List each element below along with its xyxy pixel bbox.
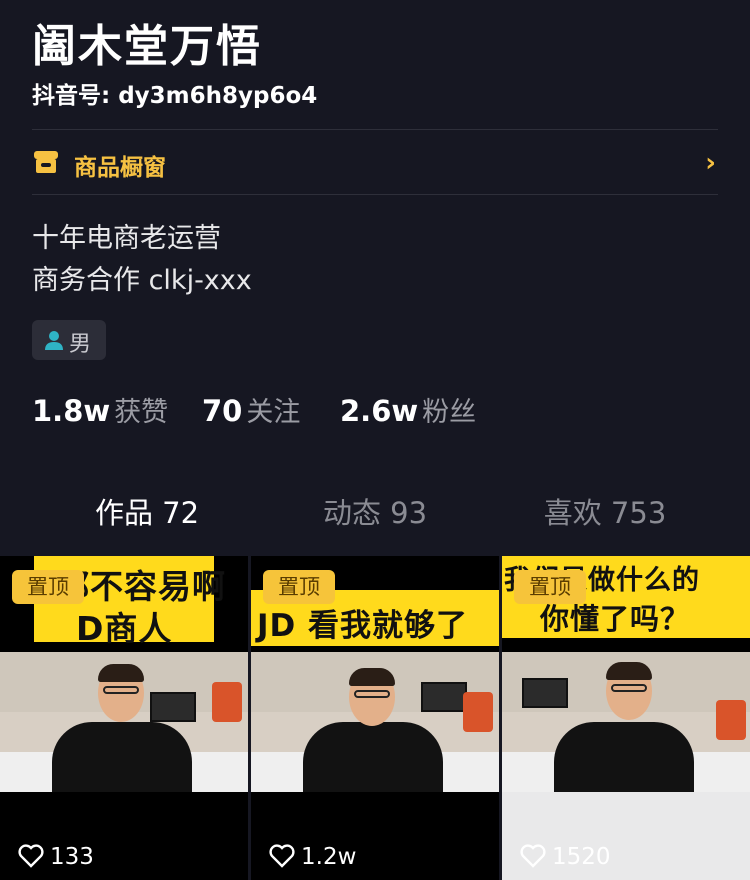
person-glasses bbox=[611, 684, 647, 692]
bio: 十年电商老运营 商务合作 clkj-xxx bbox=[32, 218, 252, 302]
heart-outline-icon bbox=[269, 844, 295, 868]
person-icon bbox=[45, 331, 63, 350]
stat-label: 获赞 bbox=[114, 397, 169, 428]
person-hair bbox=[349, 668, 395, 686]
chevron-right-icon: › bbox=[705, 148, 716, 178]
like-count-value: 1.2w bbox=[301, 844, 357, 870]
shop-window-label: 商品橱窗 bbox=[74, 155, 166, 181]
gender-badge: 男 bbox=[32, 320, 106, 360]
caption-top: JD 看我就够了 bbox=[257, 608, 469, 644]
video-tile[interactable]: 都不容易啊 D商人 置顶 133 bbox=[0, 556, 248, 880]
chair bbox=[212, 682, 242, 722]
like-count-value: 1520 bbox=[552, 844, 611, 870]
video-tile[interactable]: JD 看我就够了 置顶 1.2w bbox=[251, 556, 499, 880]
monitor bbox=[522, 678, 568, 708]
content-tabs: 作品 72 动态 93 喜欢 753 bbox=[0, 490, 750, 550]
like-count: 1.2w bbox=[269, 844, 356, 870]
video-tile[interactable]: 我们是做什么的 你懂了吗？ 置顶 1520 bbox=[502, 556, 750, 880]
gender-label: 男 bbox=[69, 332, 92, 357]
profile-name: 阖木堂万悟 bbox=[32, 21, 262, 72]
tab-works[interactable]: 作品 72 bbox=[22, 490, 272, 532]
video-thumbnail bbox=[502, 652, 750, 792]
video-thumbnail bbox=[251, 652, 499, 792]
stat-label: 粉丝 bbox=[422, 397, 477, 428]
person-hair bbox=[98, 664, 144, 682]
video-thumbnail bbox=[0, 652, 248, 792]
person-hair bbox=[606, 662, 652, 680]
like-count: 133 bbox=[18, 844, 94, 870]
stat-likes[interactable]: 1.8w 获赞 bbox=[32, 390, 168, 429]
pinned-badge: 置顶 bbox=[12, 570, 84, 604]
stat-number: 1.8w bbox=[32, 394, 111, 428]
person-shirt bbox=[303, 722, 443, 792]
tab-dynamics[interactable]: 动态 93 bbox=[250, 490, 500, 532]
caption-bottom: D商人 bbox=[76, 609, 173, 648]
pinned-badge: 置顶 bbox=[514, 570, 586, 604]
shop-window-row[interactable]: 商品橱窗 › bbox=[32, 130, 718, 194]
person-shirt bbox=[52, 722, 192, 792]
douyin-id[interactable]: 抖音号: dy3m6h8yp6o4 bbox=[32, 76, 317, 110]
monitor bbox=[421, 682, 467, 712]
bio-line: 十年电商老运营 bbox=[32, 223, 221, 254]
stat-label: 关注 bbox=[246, 397, 301, 428]
stat-number: 2.6w bbox=[340, 394, 419, 428]
monitor bbox=[150, 692, 196, 722]
stat-followers[interactable]: 2.6w 粉丝 bbox=[340, 390, 476, 429]
person-glasses bbox=[103, 686, 139, 694]
heart-outline-icon bbox=[18, 844, 44, 868]
bio-line: 商务合作 clkj-xxx bbox=[32, 265, 252, 296]
chair bbox=[716, 700, 746, 740]
heart-outline-icon bbox=[520, 844, 546, 868]
chair bbox=[463, 692, 493, 732]
stat-number: 70 bbox=[202, 394, 243, 428]
person-glasses bbox=[354, 690, 390, 698]
person-shirt bbox=[554, 722, 694, 792]
pinned-badge: 置顶 bbox=[263, 570, 335, 604]
shop-icon bbox=[34, 151, 58, 173]
like-count: 1520 bbox=[520, 844, 611, 870]
tab-likes[interactable]: 喜欢 753 bbox=[480, 490, 730, 532]
like-count-value: 133 bbox=[50, 844, 94, 870]
stat-following[interactable]: 70 关注 bbox=[202, 390, 300, 429]
divider bbox=[32, 194, 718, 195]
profile-header: 阖木堂万悟 抖音号: dy3m6h8yp6o4 商品橱窗 › 十年电商老运营 商… bbox=[0, 0, 750, 556]
video-grid: 都不容易啊 D商人 置顶 133 JD 看我就够了 置顶 1.2w 我们是做什么… bbox=[0, 556, 750, 880]
